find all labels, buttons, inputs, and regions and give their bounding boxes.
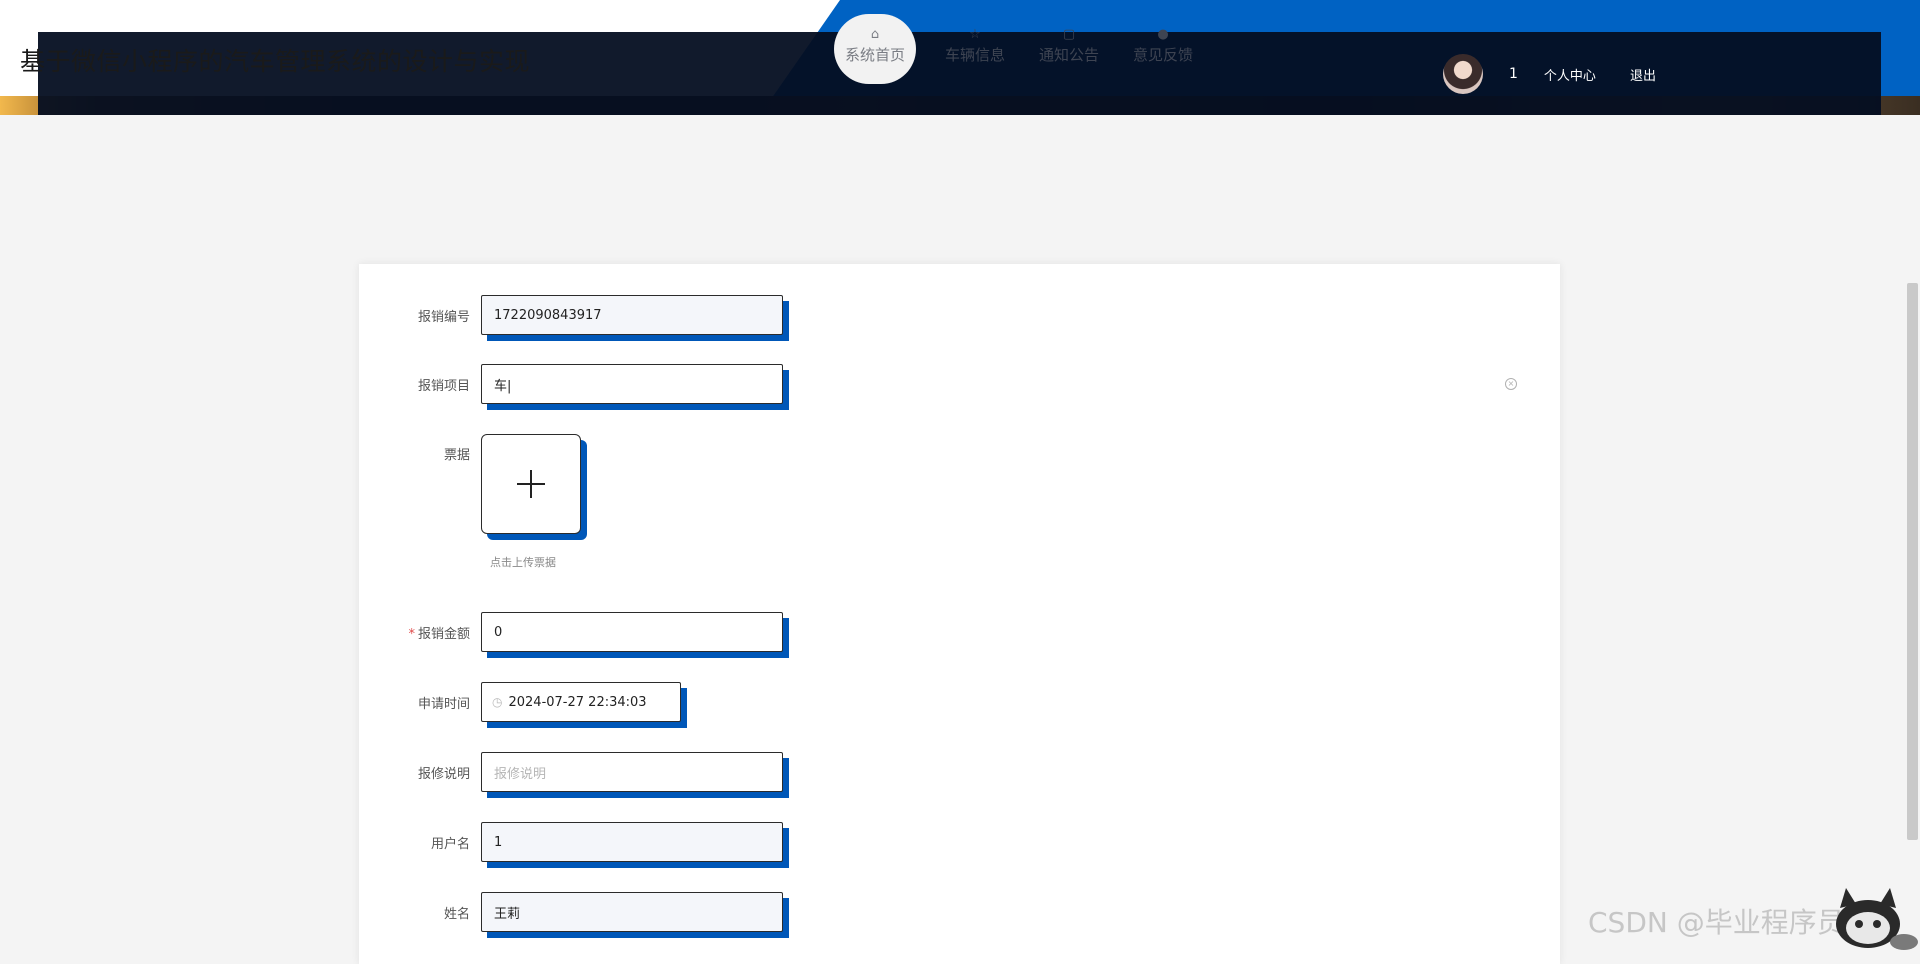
upload-hint: 点击上传票据 [490, 556, 556, 569]
reimburse-item-field[interactable]: 车| [481, 364, 783, 404]
profile-link[interactable]: 个人中心 [1544, 65, 1596, 84]
row-reimburse-item: 报销项目 车| [359, 364, 789, 410]
nav-item-notices[interactable]: ▢ 通知公告 [1022, 14, 1116, 84]
cat-mascot-icon [1836, 888, 1918, 950]
avatar[interactable] [1443, 54, 1483, 94]
repair-desc-label: 报修说明 [417, 766, 470, 782]
clock-icon: ◷ [492, 695, 503, 709]
repair-desc-field[interactable]: 报修说明 [481, 752, 783, 792]
real-name-label: 姓名 [443, 906, 470, 922]
apply-time-value: 2024-07-27 22:34:03 [508, 694, 647, 710]
row-repair-desc: 报修说明 报修说明 [359, 752, 789, 798]
reimburse-no-field[interactable]: 1722090843917 [481, 295, 783, 335]
home-icon: ⌂ [870, 27, 880, 42]
reimbursement-form: 报销编号 1722090843917 报销项目 车| × 票据 点击上传票据 *… [359, 264, 1560, 964]
nav-label: 系统首页 [844, 46, 905, 64]
user-name: 1 [1509, 66, 1518, 82]
amount-label: * 报销金额 [359, 623, 481, 642]
bag-icon: ▢ [1062, 27, 1076, 42]
clear-icon[interactable]: × [1505, 378, 1517, 390]
receipt-upload-button[interactable] [481, 434, 581, 534]
required-mark: * [408, 626, 415, 642]
nav-item-feedback[interactable]: ● 意见反馈 [1116, 14, 1210, 84]
nav-label: 车辆信息 [944, 46, 1005, 64]
amount-field[interactable]: 0 [481, 612, 783, 652]
row-apply-time: 申请时间 ◷ 2024-07-27 22:34:03 [359, 682, 687, 728]
username-field[interactable]: 1 [481, 822, 783, 862]
nav-item-home[interactable]: ⌂ 系统首页 [834, 14, 916, 84]
row-amount: * 报销金额 0 [359, 612, 789, 658]
page-scrollbar[interactable] [1907, 283, 1918, 840]
nav-label: 意见反馈 [1132, 46, 1193, 64]
nav-label: 通知公告 [1038, 46, 1099, 64]
info-icon: ● [1157, 27, 1169, 42]
row-receipt: 票据 [359, 434, 587, 540]
apply-time-picker[interactable]: ◷ 2024-07-27 22:34:03 [481, 682, 681, 722]
csdn-watermark: CSDN @毕业程序员 [1588, 906, 1845, 939]
plus-icon [517, 470, 545, 498]
nav-item-vehicles[interactable]: ☆ 车辆信息 [928, 14, 1022, 84]
main-nav: ⌂ 系统首页 ☆ 车辆信息 ▢ 通知公告 ● 意见反馈 [834, 14, 1210, 84]
apply-time-label: 申请时间 [417, 696, 470, 712]
amount-label-text: 报销金额 [417, 626, 470, 642]
receipt-label: 票据 [443, 448, 470, 463]
logout-link[interactable]: 退出 [1630, 65, 1656, 84]
username-label: 用户名 [430, 836, 470, 852]
row-reimburse-no: 报销编号 1722090843917 [359, 295, 789, 341]
user-area: 1 个人中心 退出 [1443, 54, 1690, 94]
real-name-field[interactable]: 王莉 [481, 892, 783, 932]
star-icon: ☆ [969, 27, 981, 42]
reimburse-item-label: 报销项目 [417, 378, 470, 394]
site-title: 基于微信小程序的汽车管理系统的设计与实现 [20, 47, 531, 76]
row-username: 用户名 1 [359, 822, 789, 868]
reimburse-no-label: 报销编号 [417, 309, 470, 325]
row-real-name: 姓名 王莉 [359, 892, 789, 938]
